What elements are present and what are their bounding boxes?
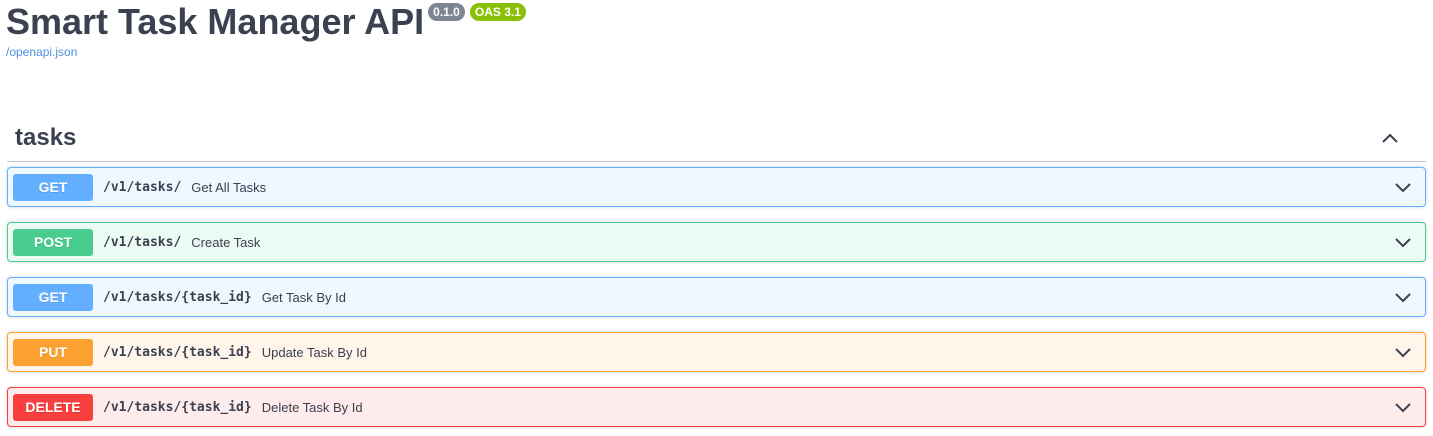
oas-version-badge: OAS 3.1 (469, 3, 526, 21)
chevron-up-icon[interactable] (1372, 120, 1408, 156)
operations-list: GET /v1/tasks/ Get All Tasks POST /v1/ta… (7, 167, 1426, 436)
method-badge: DELETE (13, 393, 93, 421)
method-badge: PUT (13, 338, 93, 366)
operation-path: /v1/tasks/{task_id} (103, 344, 252, 360)
operation-summary: Update Task By Id (261, 344, 367, 360)
operation-summary: Delete Task By Id (261, 399, 363, 415)
operation-update-task-by-id[interactable]: PUT /v1/tasks/{task_id} Update Task By I… (7, 332, 1426, 372)
operation-path: /v1/tasks/{task_id} (103, 399, 252, 415)
operation-get-all-tasks[interactable]: GET /v1/tasks/ Get All Tasks (7, 167, 1426, 207)
page-title: Smart Task Manager API (6, 1, 425, 42)
method-badge: GET (13, 173, 93, 201)
chevron-down-icon[interactable] (1391, 340, 1415, 364)
swagger-ui-page: Smart Task Manager API 0.1.0 OAS 3.1 /op… (0, 0, 1433, 436)
operation-summary: Create Task (191, 234, 261, 250)
method-badge: POST (13, 228, 93, 256)
title-row: Smart Task Manager API 0.1.0 OAS 3.1 (6, 0, 526, 44)
operation-get-task-by-id[interactable]: GET /v1/tasks/{task_id} Get Task By Id (7, 277, 1426, 317)
chevron-down-icon[interactable] (1391, 285, 1415, 309)
version-badge: 0.1.0 (428, 3, 465, 21)
chevron-down-icon[interactable] (1391, 175, 1415, 199)
tag-section-header[interactable]: tasks (7, 114, 1426, 162)
operation-summary: Get All Tasks (191, 179, 267, 195)
chevron-down-icon[interactable] (1391, 230, 1415, 254)
tag-name: tasks (15, 123, 77, 151)
method-badge: GET (13, 283, 93, 311)
api-info: Smart Task Manager API 0.1.0 OAS 3.1 /op… (6, 0, 526, 59)
chevron-down-icon[interactable] (1391, 395, 1415, 419)
operation-summary: Get Task By Id (261, 289, 347, 305)
operation-create-task[interactable]: POST /v1/tasks/ Create Task (7, 222, 1426, 262)
openapi-spec-link[interactable]: /openapi.json (6, 45, 526, 59)
operation-path: /v1/tasks/{task_id} (103, 289, 252, 305)
operation-path: /v1/tasks/ (103, 234, 182, 250)
operation-delete-task-by-id[interactable]: DELETE /v1/tasks/{task_id} Delete Task B… (7, 387, 1426, 427)
operation-path: /v1/tasks/ (103, 179, 182, 195)
